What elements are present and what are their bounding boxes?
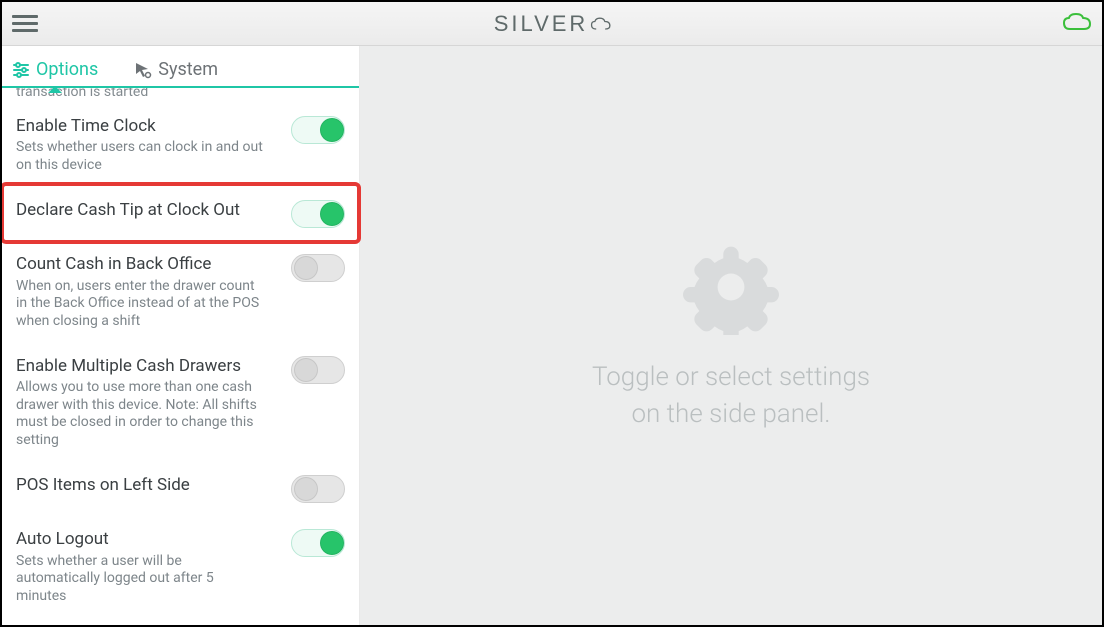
main-panel: Toggle or select settings on the side pa… [360, 46, 1102, 625]
setting-title: Count Cash in Back Office [16, 254, 281, 275]
setting-pos-items-left: POS Items on Left Side [2, 461, 359, 515]
side-tabs: Options System [2, 46, 359, 88]
tab-options[interactable]: Options [8, 51, 102, 86]
main-placeholder-text: Toggle or select settings on the side pa… [592, 359, 870, 432]
brand-logo: SILVER [494, 11, 611, 37]
setting-auto-logout: Auto Logout Sets whether a user will be … [2, 515, 359, 617]
toggle-auto-logout[interactable] [291, 529, 345, 557]
toggle-pos-items-left[interactable] [291, 475, 345, 503]
brand-cloud-icon [590, 11, 610, 37]
tab-options-label: Options [36, 59, 98, 80]
toggle-multiple-cash-drawers[interactable] [291, 356, 345, 384]
setting-title: Declare Cash Tip at Clock Out [16, 200, 281, 221]
menu-icon[interactable] [12, 11, 38, 37]
setting-desc: Sets whether a user will be automaticall… [16, 553, 266, 606]
setting-multiple-cash-drawers: Enable Multiple Cash Drawers Allows you … [2, 342, 359, 461]
brand-text: SILVER [494, 11, 589, 37]
setting-desc: When on, users enter the drawer count in… [16, 278, 266, 331]
settings-list[interactable]: transaction is started Enable Time Clock… [2, 88, 359, 625]
setting-desc: Allows you to use more than one cash dra… [16, 379, 266, 449]
app-header: SILVER [2, 2, 1102, 46]
content: Options System transaction is started [2, 46, 1102, 625]
main-text-line1: Toggle or select settings [592, 362, 870, 392]
tab-system-label: System [158, 59, 218, 80]
setting-desc: Sets whether users can clock in and out … [16, 139, 266, 174]
setting-count-cash-back-office: Count Cash in Back Office When on, users… [2, 240, 359, 342]
sliders-icon [12, 61, 30, 79]
pointer-gear-icon [134, 61, 152, 79]
gear-icon [683, 239, 779, 335]
setting-title: Auto Logout [16, 529, 281, 550]
setting-title: Enable Time Clock [16, 116, 281, 137]
toggle-count-cash-back-office[interactable] [291, 254, 345, 282]
main-text-line2: on the side panel. [631, 399, 830, 429]
setting-title: POS Items on Left Side [16, 475, 281, 496]
cloud-status-icon[interactable] [1062, 12, 1092, 36]
side-panel: Options System transaction is started [2, 46, 360, 625]
setting-declare-cash-tip: Declare Cash Tip at Clock Out [2, 186, 359, 240]
setting-time-clock: Enable Time Clock Sets whether users can… [2, 102, 359, 186]
setting-title: Enable Multiple Cash Drawers [16, 356, 281, 377]
toggle-time-clock[interactable] [291, 116, 345, 144]
toggle-declare-cash-tip[interactable] [291, 200, 345, 228]
tab-system[interactable]: System [130, 51, 222, 86]
app-window: SILVER [0, 0, 1104, 627]
